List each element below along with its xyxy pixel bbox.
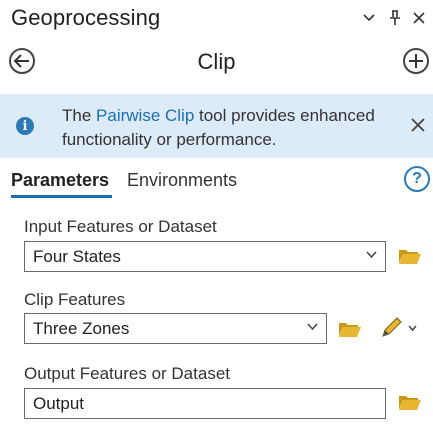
input-features-value: Four States [33,246,121,266]
pane-title: Geoprocessing [11,5,161,30]
help-icon[interactable]: ? [404,166,430,192]
add-button[interactable] [403,48,429,74]
add-icon [409,54,423,68]
tab-parameters[interactable]: Parameters [11,170,109,191]
banner-text-before: The [62,106,97,125]
close-icon [411,118,425,132]
input-features-label: Input Features or Dataset [24,217,217,236]
pencil-icon [382,317,402,337]
pin-icon[interactable] [385,8,405,28]
clip-features-label: Clip Features [24,290,126,309]
banner-message: The Pairwise Clip tool provides enhanced… [62,104,392,152]
output-features-input[interactable]: Output [24,388,386,419]
info-icon: i [16,117,34,135]
output-features-label: Output Features or Dataset [24,364,230,383]
input-features-dropdown[interactable]: Four States [24,241,386,272]
browse-input-button[interactable] [398,247,422,270]
sketch-features-button[interactable] [379,316,419,340]
pairwise-clip-link[interactable]: Pairwise Clip [96,106,194,125]
chevron-down-icon [307,323,318,331]
clip-features-value: Three Zones [33,318,130,338]
sketch-chevron-down-icon [408,325,417,331]
output-features-value: Output [33,393,85,413]
active-tab-indicator [11,195,112,198]
banner-close-button[interactable] [410,117,428,135]
tab-environments[interactable]: Environments [127,170,237,191]
chevron-down-icon [366,251,377,259]
tool-title: Clip [197,49,236,74]
folder-icon [399,396,421,410]
browse-output-button[interactable] [398,393,422,416]
browse-clip-button[interactable] [338,320,362,343]
close-pane-icon[interactable] [409,8,429,28]
folder-icon [339,323,361,337]
folder-icon [399,250,421,264]
clip-features-dropdown[interactable]: Three Zones [24,313,327,344]
pane-options-chevron-icon[interactable] [359,8,379,28]
